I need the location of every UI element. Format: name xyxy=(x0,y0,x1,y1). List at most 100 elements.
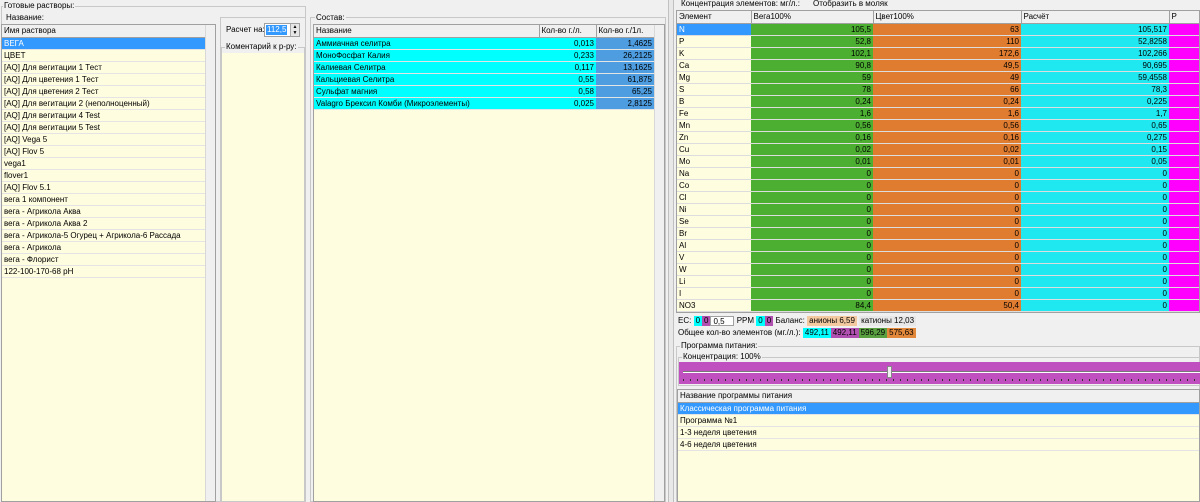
list-item[interactable]: ЦВЕТ xyxy=(2,49,206,62)
table-row[interactable]: Co 0 0 0 xyxy=(677,179,1199,192)
list-item[interactable]: вега - Агрикола-5 Огурец + Агрикола-6 Ра… xyxy=(2,229,206,242)
list-item[interactable]: вега - Агрикола Аква xyxy=(2,205,206,218)
composition-col-qty[interactable]: Кол-во г./л. xyxy=(539,25,597,38)
table-row[interactable]: B 0,24 0,24 0,225 xyxy=(677,95,1199,108)
calc-value: 0 xyxy=(1021,287,1169,300)
table-row[interactable]: Кальциевая Селитра 0,55 61,875 xyxy=(314,73,654,86)
calc-value: 0 xyxy=(1021,299,1169,312)
slider-thumb[interactable] xyxy=(887,366,893,378)
extra-value xyxy=(1169,35,1199,48)
list-item[interactable]: ВЕГА xyxy=(2,37,206,50)
vega-value: 1,6 xyxy=(751,107,873,120)
table-row[interactable]: Сульфат магния 0,58 65,25 xyxy=(314,85,654,98)
table-row[interactable]: Калиевая Селитра 0,117 13,1625 xyxy=(314,61,654,74)
table-row[interactable]: V000 xyxy=(677,251,1199,264)
composition-scrollbar[interactable] xyxy=(654,25,664,501)
list-item[interactable]: flover1 xyxy=(2,169,206,182)
conc-col-vega[interactable]: Вега100% xyxy=(751,11,874,24)
solutions-scrollbar[interactable] xyxy=(205,25,215,501)
list-item[interactable]: vega1 xyxy=(2,157,206,170)
table-row[interactable]: S 78 66 78,3 xyxy=(677,83,1199,96)
table-row[interactable]: Na 0 0 0 xyxy=(677,167,1199,180)
list-item[interactable]: [AQ] Для цветения 2 Тест xyxy=(2,85,206,98)
program-name: 4-6 неделя цветения xyxy=(678,438,1199,451)
cvet-value: 49,5 xyxy=(873,59,1021,72)
element-symbol: Se xyxy=(677,215,751,228)
slider-ticks xyxy=(683,379,1200,381)
table-row[interactable]: МоноФосфат Калия 0,233 26,2125 xyxy=(314,49,654,62)
table-row[interactable]: Zn 0,16 0,16 0,275 xyxy=(677,131,1199,144)
list-item[interactable]: [AQ] Для вегитации 4 Test xyxy=(2,109,206,122)
conc-col-element[interactable]: Элемент xyxy=(677,11,752,24)
solutions-column-header[interactable]: Имя раствора xyxy=(2,25,207,38)
list-item[interactable]: [AQ] Для вегитации 1 Тест xyxy=(2,61,206,74)
conc-col-cvet[interactable]: Цвет100% xyxy=(873,11,1022,24)
cvet-value: 0 xyxy=(873,263,1021,276)
component-name: МоноФосфат Калия xyxy=(314,49,539,62)
table-row[interactable]: Mo 0,01 0,01 0,05 xyxy=(677,155,1199,168)
list-item[interactable]: вега 1 компонент xyxy=(2,193,206,206)
component-qty: 0,233 xyxy=(539,49,596,62)
extra-value xyxy=(1169,131,1199,144)
table-row[interactable]: Fe 1,6 1,6 1,7 xyxy=(677,107,1199,120)
cvet-value: 0 xyxy=(873,191,1021,204)
program-column-header[interactable]: Название программы питания xyxy=(678,390,1199,403)
table-row[interactable]: Br 0 0 0 xyxy=(677,227,1199,240)
list-item[interactable]: [AQ] Flov 5 xyxy=(2,145,206,158)
ec-spinner[interactable]: 0,5 xyxy=(710,315,735,326)
solutions-list[interactable]: Имя раствора ВЕГА ЦВЕТ [AQ] Для вегитации … xyxy=(1,24,216,502)
list-item[interactable]: вега - Флорист xyxy=(2,253,206,266)
list-item[interactable]: Классическая программа питания xyxy=(678,402,1199,415)
list-item[interactable]: [AQ] Vega 5 xyxy=(2,133,206,146)
conc-col-calc[interactable]: Расчёт xyxy=(1021,11,1170,24)
solutions-name-label: Название: xyxy=(5,13,45,22)
list-item[interactable]: [AQ] Для вегитации 5 Test xyxy=(2,121,206,134)
cvet-value: 172,6 xyxy=(873,47,1021,60)
composition-col-qty-total[interactable]: Кол-во г./1л. xyxy=(596,25,655,38)
list-item[interactable]: 4-6 неделя цветения xyxy=(678,438,1199,451)
list-item[interactable]: [AQ] Для вегитации 2 (неполноценный) xyxy=(2,97,206,110)
list-item[interactable]: [AQ] Flov 5.1 xyxy=(2,181,206,194)
element-symbol: Ca xyxy=(677,59,751,72)
table-row[interactable]: Se 0 0 0 xyxy=(677,215,1199,228)
concentration-slider[interactable] xyxy=(679,362,1200,384)
vega-value: 0,24 xyxy=(751,95,873,108)
list-item[interactable]: [AQ] Для цветения 1 Тест xyxy=(2,73,206,86)
table-row[interactable]: Ni 0 0 0 xyxy=(677,203,1199,216)
list-item[interactable]: 122-100-170-68 pH xyxy=(2,265,206,278)
vega-value: 0,01 xyxy=(751,155,873,168)
table-row[interactable]: W000 xyxy=(677,263,1199,276)
list-item[interactable]: Программа №1 xyxy=(678,414,1199,427)
table-row[interactable]: Mn 0,56 0,56 0,65 xyxy=(677,119,1199,132)
show-molar-button[interactable]: Отобразить в моляк xyxy=(812,0,889,8)
table-row[interactable]: Al 0 0 0 xyxy=(677,239,1199,252)
table-row[interactable]: Аммиачная селитра 0,013 1,4625 xyxy=(314,37,654,50)
table-row[interactable]: Ca 90,8 49,5 90,695 xyxy=(677,59,1199,72)
table-row[interactable]: N 105,5 63 105,517 xyxy=(677,23,1199,36)
splitter[interactable] xyxy=(668,0,674,502)
table-row[interactable]: Li 0 0 0 xyxy=(677,275,1199,288)
list-item[interactable]: вега - Агрикола Аква 2 xyxy=(2,217,206,230)
list-item[interactable]: вега - Агрикола xyxy=(2,241,206,254)
table-row[interactable]: Valagro Брексил Комби (Микроэлементы) 0,0… xyxy=(314,97,654,110)
spinner-arrows-icon[interactable]: ▲ ▼ xyxy=(290,24,299,36)
component-name: Сульфат магния xyxy=(314,85,539,98)
table-row[interactable]: Cl 0 0 0 xyxy=(677,191,1199,204)
calc-value[interactable]: 112,5 xyxy=(266,25,288,35)
composition-col-name[interactable]: Название xyxy=(314,25,540,38)
composition-table[interactable]: Название Кол-во г./л. Кол-во г./1л. Амми… xyxy=(313,24,665,502)
comment-textarea[interactable] xyxy=(222,53,304,501)
table-row[interactable]: P 52,8 110 52,8258 xyxy=(677,35,1199,48)
table-row[interactable]: NO3 84,4 50,4 0 xyxy=(677,299,1199,312)
concentration-table[interactable]: Элемент Вега100% Цвет100% Расчёт P N 105,… xyxy=(676,10,1200,313)
list-item[interactable]: 1-3 неделя цветения xyxy=(678,426,1199,439)
calc-spinner[interactable]: 112,5 ▲ ▼ xyxy=(264,23,300,37)
program-list[interactable]: Название программы питания Классическая … xyxy=(677,389,1200,502)
table-row[interactable]: Cu 0,02 0,02 0,15 xyxy=(677,143,1199,156)
table-row[interactable]: K 102,1 172,6 102,266 xyxy=(677,47,1199,60)
table-row[interactable]: I000 xyxy=(677,287,1199,300)
extra-value xyxy=(1169,167,1199,180)
comment-label: Коментарий к р-ру: xyxy=(225,42,298,51)
table-row[interactable]: Mg 59 49 59,4558 xyxy=(677,71,1199,84)
cvet-value: 0 xyxy=(873,239,1021,252)
